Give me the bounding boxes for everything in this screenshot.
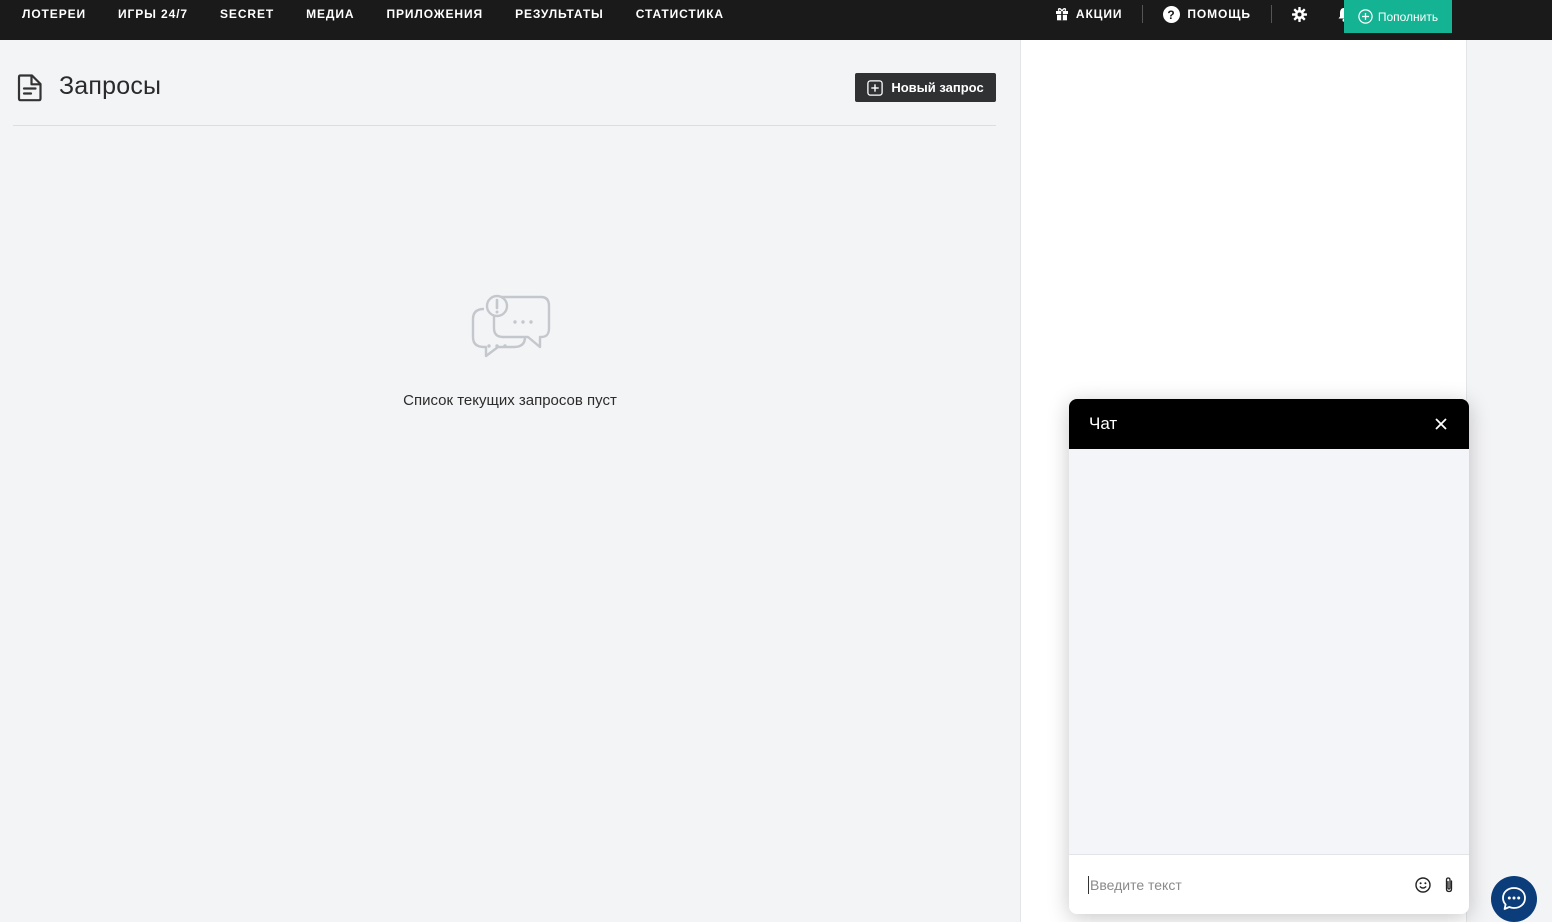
chat-header: Чат bbox=[1069, 399, 1469, 449]
nav-item-media[interactable]: Медиа bbox=[290, 7, 370, 21]
gift-icon bbox=[1055, 8, 1068, 21]
emoji-icon bbox=[1415, 876, 1431, 893]
close-icon bbox=[1435, 418, 1447, 430]
svg-text:?: ? bbox=[1168, 7, 1176, 21]
nav-item-results[interactable]: Результаты bbox=[499, 7, 620, 21]
chat-close-button[interactable] bbox=[1435, 418, 1447, 430]
chat-title: Чат bbox=[1089, 414, 1118, 433]
new-request-label: Новый запрос bbox=[891, 80, 984, 95]
emoji-button[interactable] bbox=[1415, 876, 1431, 893]
main-menu: Лотереи Игры 24/7 Secret Медиа Приложени… bbox=[0, 0, 740, 28]
nav-item-statistics[interactable]: Статистика bbox=[620, 7, 740, 21]
promo-link[interactable]: Акции bbox=[1055, 7, 1123, 21]
document-icon bbox=[17, 74, 42, 102]
paperclip-icon bbox=[1445, 876, 1453, 892]
top-up-button[interactable]: Пополнить bbox=[1344, 0, 1452, 33]
help-link[interactable]: ? Помощь bbox=[1163, 5, 1251, 23]
help-icon: ? bbox=[1163, 5, 1181, 23]
chat-fab-icon bbox=[1502, 887, 1526, 910]
chat-message-input[interactable] bbox=[1088, 875, 1403, 894]
plus-circle-icon bbox=[1358, 9, 1373, 24]
settings-button[interactable] bbox=[1291, 6, 1307, 22]
chat-bubbles-icon bbox=[471, 294, 551, 358]
page-title: Запросы bbox=[59, 72, 162, 100]
empty-state-text: Список текущих запросов пуст bbox=[403, 392, 617, 409]
requests-page: Запросы Новый запрос Список текущих запр… bbox=[0, 40, 1020, 922]
attach-button[interactable] bbox=[1443, 876, 1455, 894]
gear-icon bbox=[1291, 6, 1307, 22]
help-label: Помощь bbox=[1187, 7, 1251, 21]
nav-divider bbox=[1270, 5, 1272, 23]
nav-item-apps[interactable]: Приложения bbox=[370, 7, 499, 21]
top-up-label: Пополнить bbox=[1377, 9, 1439, 24]
nav-item-secret[interactable]: Secret bbox=[204, 7, 290, 21]
promo-label: Акции bbox=[1075, 7, 1123, 21]
nav-divider bbox=[1142, 5, 1144, 23]
nav-item-games[interactable]: Игры 24/7 bbox=[102, 7, 204, 21]
nav-item-lotteries[interactable]: Лотереи bbox=[0, 7, 102, 21]
plus-square-icon bbox=[867, 79, 884, 96]
chat-launcher-button[interactable] bbox=[1491, 876, 1537, 922]
chat-messages[interactable] bbox=[1069, 449, 1469, 854]
new-request-button[interactable]: Новый запрос bbox=[855, 73, 996, 102]
chat-widget: Чат bbox=[1069, 399, 1469, 914]
top-navigation: Лотереи Игры 24/7 Secret Медиа Приложени… bbox=[0, 0, 1552, 40]
chat-input-bar bbox=[1069, 854, 1469, 914]
header-divider bbox=[13, 125, 996, 126]
